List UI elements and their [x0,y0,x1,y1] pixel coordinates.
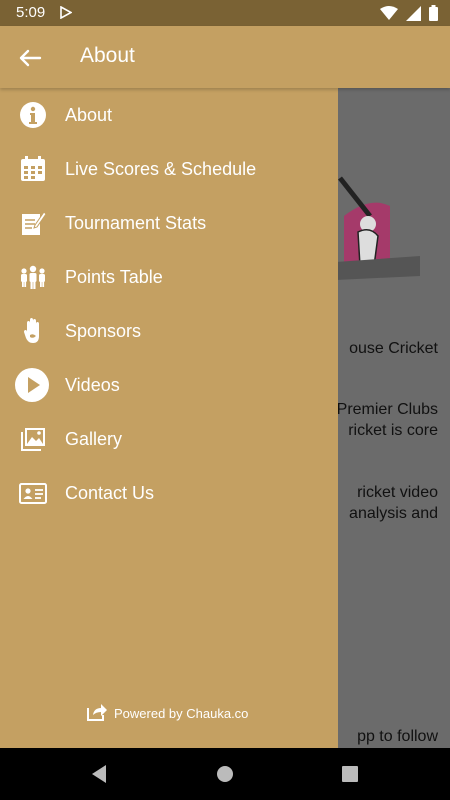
page-title: About [80,44,135,67]
menu-label: Tournament Stats [65,212,207,233]
powered-by-text: Powered by Chauka.co [114,706,249,721]
nav-back-icon[interactable] [90,764,108,789]
play-circle-icon [14,367,50,403]
menu-label: Points Table [65,266,163,287]
navigation-drawer: About Live Scores & Schedule Tournament … [0,26,338,748]
gallery-icon [18,424,48,454]
menu-item-tournament-stats[interactable]: Tournament Stats [0,196,338,250]
share-icon [86,702,108,725]
menu-item-about[interactable]: About [0,88,338,142]
background-text-line: analysis and [349,505,438,522]
powered-by-link[interactable]: Powered by Chauka.co [86,702,248,725]
play-store-icon [60,5,73,24]
background-text-line: ricket is core [348,422,438,439]
menu-label: Contact Us [65,482,155,503]
menu-item-contact-us[interactable]: Contact Us [0,466,338,520]
drawer-menu: About Live Scores & Schedule Tournament … [0,88,338,520]
background-text-line: pp to follow [357,728,438,745]
status-icons [380,5,438,26]
menu-item-points-table[interactable]: Points Table [0,250,338,304]
signal-icon [406,5,421,26]
gch-logo [330,176,430,296]
menu-label: Sponsors [65,320,142,341]
nav-home-icon[interactable] [216,764,234,789]
background-text-line: Premier Clubs [336,401,438,418]
menu-item-sponsors[interactable]: Sponsors [0,304,338,358]
menu-label: Gallery [65,428,123,449]
info-icon [18,100,48,130]
background-text-line: ouse Cricket [349,340,438,357]
background-text-line: ricket video [357,484,438,501]
calendar-icon [18,154,48,184]
menu-item-videos[interactable]: Videos [0,358,338,412]
status-time: 5:09 [16,4,46,21]
status-bar: 5:09 [0,0,450,26]
nav-recents-icon[interactable] [341,764,359,789]
menu-label: About [65,104,113,125]
menu-item-gallery[interactable]: Gallery [0,412,338,466]
battery-icon [429,5,438,26]
team-icon [18,262,48,292]
menu-label: Videos [65,374,120,395]
hand-icon [18,316,48,346]
menu-item-live-scores[interactable]: Live Scores & Schedule [0,142,338,196]
app-header: About [0,26,450,88]
contact-card-icon [18,478,48,508]
wifi-icon [380,5,398,26]
menu-label: Live Scores & Schedule [65,158,257,179]
back-arrow-icon[interactable] [14,42,46,74]
stats-edit-icon [18,208,48,238]
system-nav-bar [0,748,450,800]
